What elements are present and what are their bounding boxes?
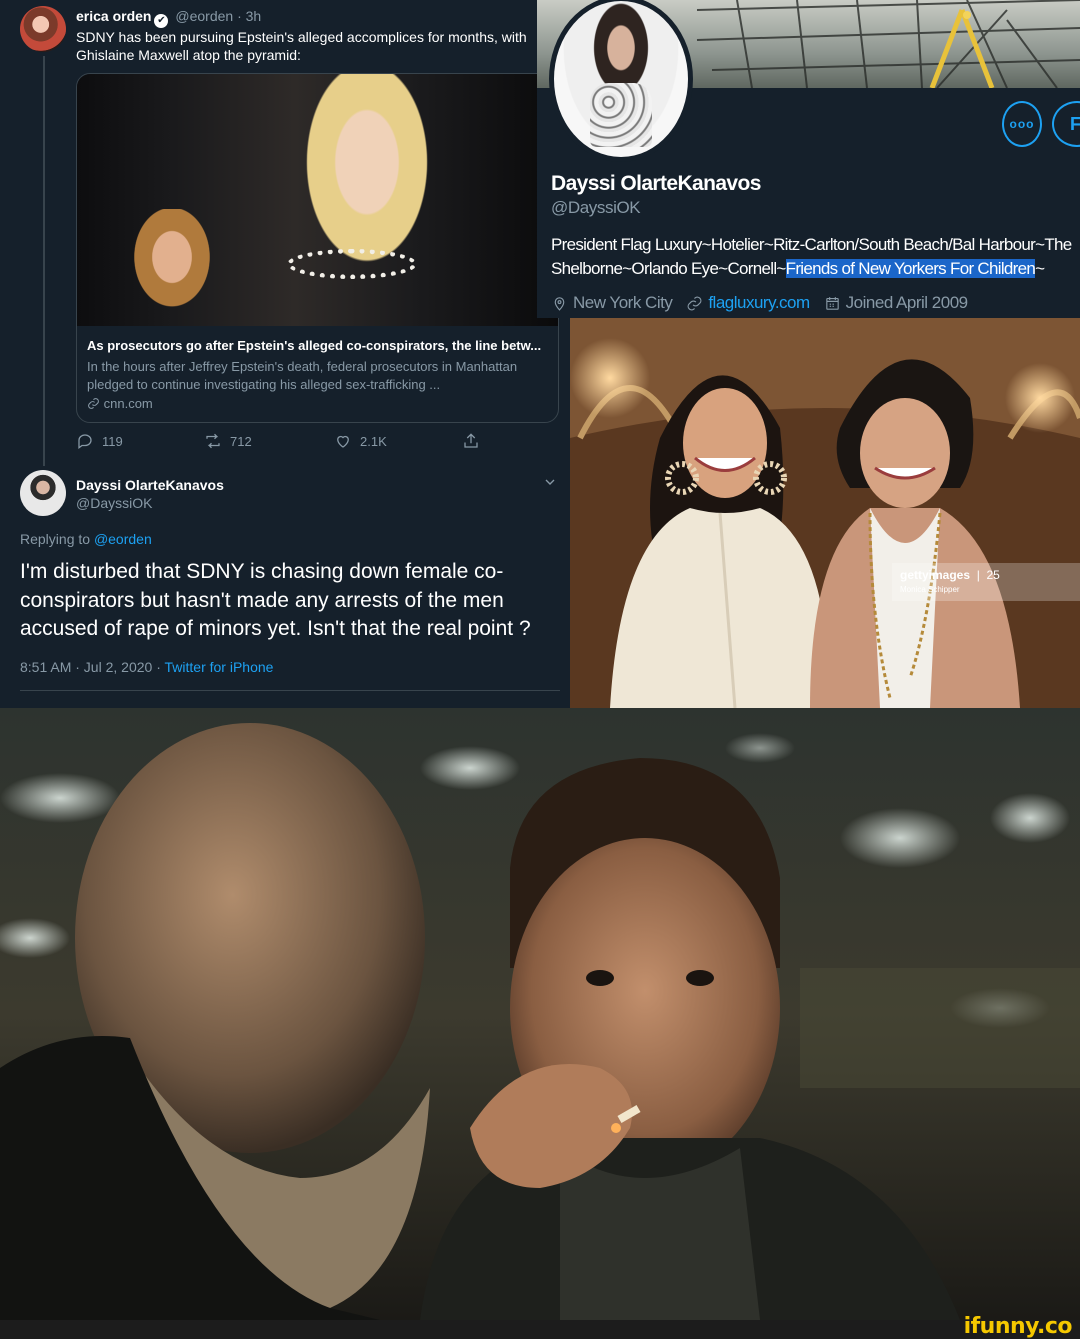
profile-location: New York City	[551, 293, 673, 313]
link-icon	[88, 398, 99, 409]
profile-bio: President Flag Luxury~Hotelier~Ritz-Carl…	[551, 233, 1077, 281]
tweet-header: erica orden ✔ @eorden · 3h	[76, 8, 261, 28]
reply-author-handle[interactable]: @DayssiOK	[76, 494, 224, 512]
profile-website[interactable]: flagluxury.com	[686, 293, 810, 313]
link-card[interactable]: As prosecutors go after Epstein's allege…	[76, 73, 559, 423]
bio-highlighted-text: Friends of New Yorkers For Children	[785, 259, 1036, 278]
tweet-menu-button[interactable]	[542, 474, 558, 490]
watermark-credit: Monica Schipper	[900, 585, 960, 594]
ifunny-logo[interactable]: ifunny.co	[964, 1314, 1073, 1339]
reply-button[interactable]: 119	[76, 432, 123, 450]
replying-prefix: Replying to	[20, 531, 91, 547]
verified-icon: ✔	[154, 14, 169, 28]
like-button[interactable]: 2.1K	[334, 432, 387, 450]
avatar[interactable]	[20, 6, 66, 52]
reply-count: 119	[102, 433, 123, 449]
watermark-brand: gettyimages	[900, 568, 971, 582]
link-icon	[687, 296, 702, 310]
event-photo: gettyimages | 25 Monica Schipper	[570, 318, 1080, 708]
card-description: In the hours after Jeffrey Epstein's dea…	[87, 359, 518, 392]
replying-to-link[interactable]: @eorden	[94, 531, 152, 547]
tweet-thread: erica orden ✔ @eorden · 3h SDNY has been …	[0, 0, 570, 708]
reply-author-name[interactable]: Dayssi OlarteKanavos	[76, 476, 224, 494]
retweet-icon	[206, 433, 220, 449]
replying-to: Replying to @eorden	[20, 531, 152, 547]
calendar-icon	[825, 296, 839, 310]
joined-text: Joined April 2009	[845, 293, 968, 312]
chevron-down-icon	[545, 479, 555, 485]
profile-joined: Joined April 2009	[824, 293, 968, 313]
website-link[interactable]: flagluxury.com	[708, 293, 810, 313]
footer-bar: ifunny.co	[0, 1314, 1080, 1339]
reply-source-link[interactable]: Twitter for iPhone	[165, 659, 274, 675]
card-title: As prosecutors go after Epstein's allege…	[87, 338, 542, 353]
reply-meta: 8:51 AM · Jul 2, 2020 · Twitter for iPho…	[20, 659, 273, 675]
location-text: New York City	[573, 293, 673, 312]
author-name[interactable]: erica orden	[76, 8, 151, 24]
reply-timestamp[interactable]: 8:51 AM · Jul 2, 2020 ·	[20, 659, 161, 675]
profile-meta: New York City flagluxury.com Joined Apri…	[551, 293, 968, 313]
retweet-button[interactable]: 712	[204, 432, 252, 450]
share-button[interactable]	[462, 432, 480, 450]
reply-text: I'm disturbed that SDNY is chasing down …	[20, 560, 531, 640]
reply-icon	[78, 434, 92, 450]
tweet-actions: 119 712 2.1K	[76, 432, 486, 452]
like-icon	[337, 435, 349, 448]
tweet-time[interactable]: · 3h	[237, 8, 261, 24]
thread-connector-line	[43, 56, 45, 466]
profile-handle: @DayssiOK	[551, 198, 641, 217]
card-link-text: cnn.com	[103, 396, 153, 411]
watermark-tag: 25	[986, 568, 1000, 582]
profile-avatar[interactable]	[549, 0, 693, 162]
card-domain: cnn.com	[87, 396, 153, 411]
author-handle[interactable]: @eorden	[175, 8, 233, 24]
location-icon	[554, 296, 565, 311]
tweet-text: SDNY has been pursuing Epstein's alleged…	[76, 29, 527, 63]
profile-name: Dayssi OlarteKanavos	[551, 172, 761, 195]
reply-header: Dayssi OlarteKanavos @DayssiOK	[76, 476, 224, 512]
divider	[20, 690, 560, 691]
share-icon	[464, 433, 478, 448]
more-options-button[interactable]: ooo	[1002, 101, 1042, 147]
reaction-image	[0, 708, 1080, 1320]
retweet-count: 712	[230, 433, 252, 449]
follow-button[interactable]: F	[1052, 101, 1080, 147]
like-count: 2.1K	[360, 433, 387, 449]
profile-panel: ooo F Dayssi OlarteKanavos @DayssiOK Pre…	[537, 0, 1080, 318]
avatar[interactable]	[20, 470, 66, 516]
getty-watermark: gettyimages | 25 Monica Schipper	[892, 563, 1080, 601]
bio-tail: ~	[1035, 259, 1045, 278]
card-image	[77, 74, 558, 326]
